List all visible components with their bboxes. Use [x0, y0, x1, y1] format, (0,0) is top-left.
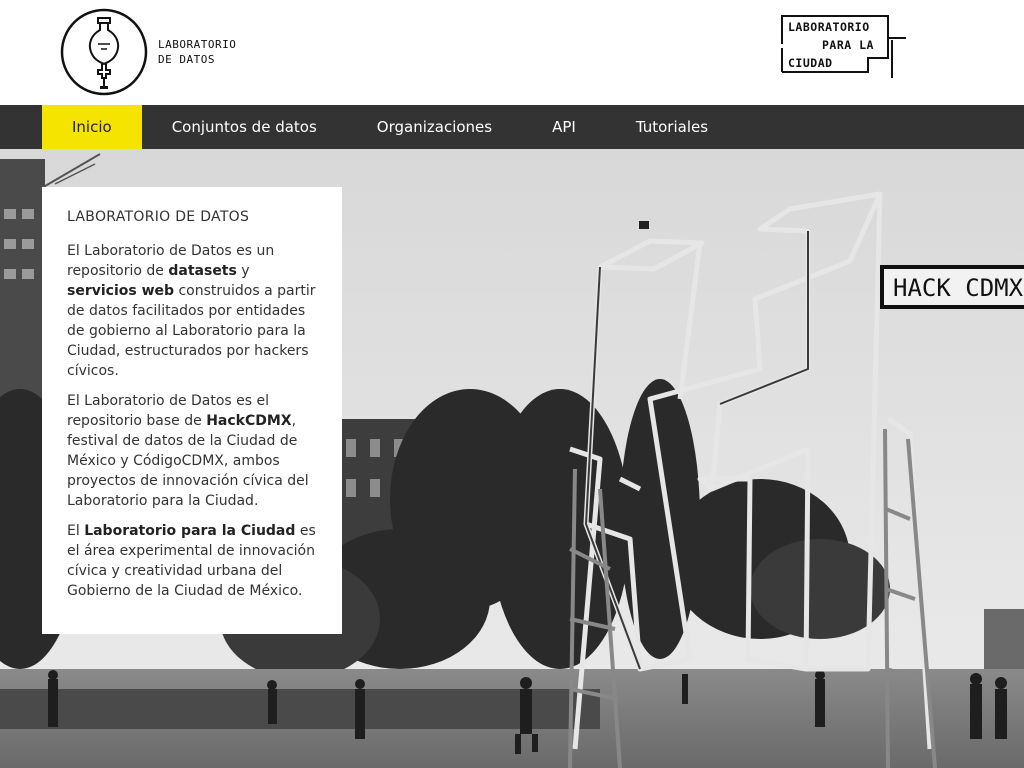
intro-paragraph-1: El Laboratorio de Datos es un repositori… — [67, 241, 317, 381]
p3-text-a: El — [67, 523, 85, 539]
main-nav: Inicio Conjuntos de datos Organizaciones… — [0, 105, 1024, 149]
logo-text: LABORATORIO DE DATOS — [158, 37, 236, 67]
p3-bold-laboratorio-ciudad: Laboratorio para la Ciudad — [84, 523, 296, 539]
p1-bold-datasets: datasets — [168, 263, 237, 279]
intro-card: LABORATORIO DE DATOS El Laboratorio de D… — [42, 187, 342, 634]
nav-item-inicio[interactable]: Inicio — [42, 105, 142, 149]
logo-line-2: DE DATOS — [158, 53, 215, 66]
logo-right-line-1: LABORATORIO — [788, 20, 870, 34]
nav-item-organizaciones[interactable]: Organizaciones — [347, 105, 522, 149]
logo-line-1: LABORATORIO — [158, 38, 237, 51]
nav-item-tutoriales[interactable]: Tutoriales — [606, 105, 738, 149]
p2-bold-hackcdmx: HackCDMX — [206, 413, 292, 429]
flask-logo-icon — [60, 8, 148, 96]
p1-text-c: y — [236, 263, 250, 279]
nav-item-conjuntos-de-datos[interactable]: Conjuntos de datos — [142, 105, 347, 149]
nav-item-api[interactable]: API — [522, 105, 606, 149]
logo-right-text: LABORATORIO PARA LA CIUDAD — [788, 18, 874, 72]
intro-title: LABORATORIO DE DATOS — [67, 209, 250, 225]
site-header: LABORATORIO DE DATOS LABORATORIO PARA LA… — [0, 0, 1024, 105]
intro-paragraph-2: El Laboratorio de Datos es el repositori… — [67, 391, 317, 511]
hack-cdmx-sign-text: HACK CDMX — [893, 274, 1024, 302]
laboratorio-para-la-ciudad-logo[interactable]: LABORATORIO PARA LA CIUDAD — [780, 14, 910, 82]
laboratorio-de-datos-logo[interactable]: LABORATORIO DE DATOS — [60, 8, 240, 96]
logo-right-line-3: CIUDAD — [788, 56, 833, 70]
p1-bold-servicios-web: servicios web — [67, 283, 175, 299]
intro-paragraph-3: El Laboratorio para la Ciudad es el área… — [67, 521, 317, 601]
logo-right-line-2: PARA LA — [822, 38, 874, 52]
